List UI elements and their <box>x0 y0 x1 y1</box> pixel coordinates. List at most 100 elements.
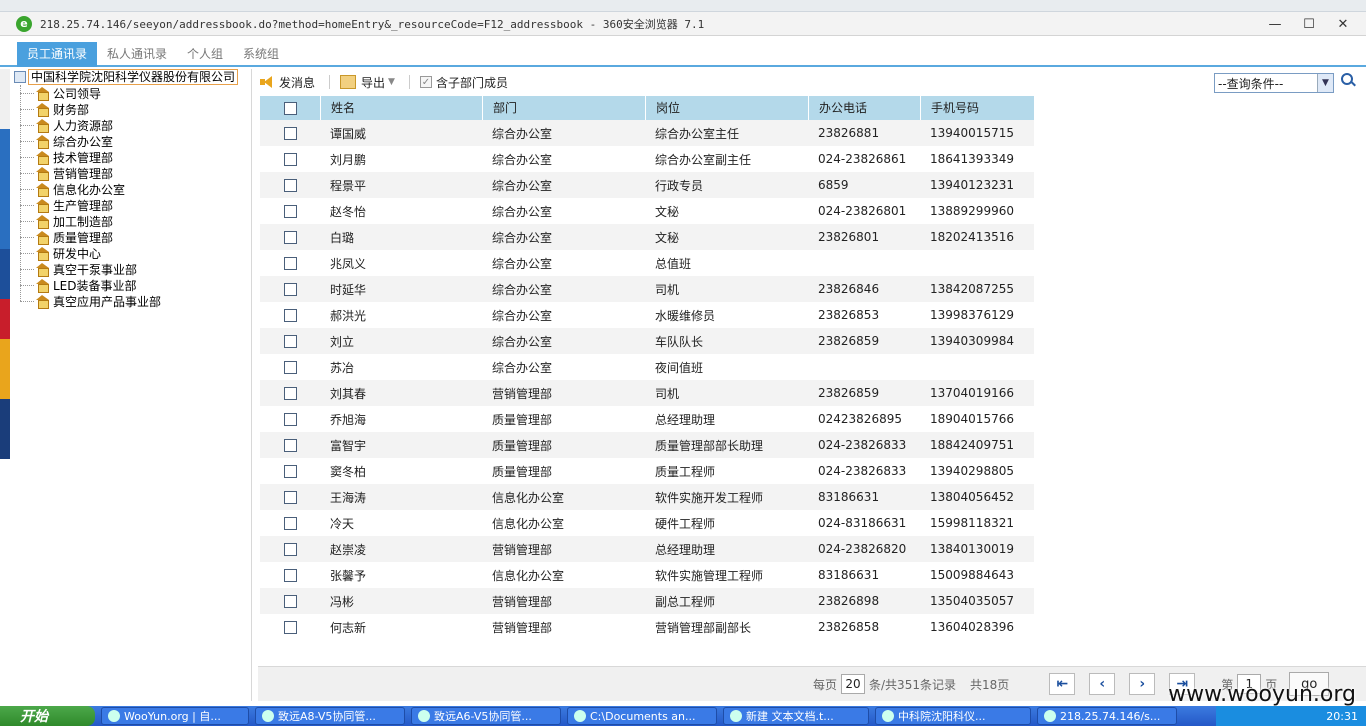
row-checkbox[interactable] <box>283 412 297 426</box>
taskbar-task[interactable]: C:\Documents an... <box>567 707 717 725</box>
row-select-cell <box>260 516 320 530</box>
tab-employee-contacts[interactable]: 员工通讯录 <box>17 42 98 67</box>
name-cell: 富智宇 <box>330 438 367 453</box>
table-row[interactable]: 冷天 信息化办公室 硬件工程师 024-83186631 15998118321 <box>260 510 1034 536</box>
taskbar-task[interactable]: 中科院沈阳科仪... <box>875 707 1031 725</box>
tree-item[interactable]: 财务部 <box>20 101 89 117</box>
table-row[interactable]: 赵崇凌 营销管理部 总经理助理 024-23826820 13840130019 <box>260 536 1034 562</box>
row-checkbox[interactable] <box>283 204 297 218</box>
tree-item[interactable]: 技术管理部 <box>20 149 113 165</box>
close-button[interactable]: ✕ <box>1326 14 1360 34</box>
row-checkbox[interactable] <box>283 334 297 348</box>
contacts-table: 姓名 部门 岗位 办公电话 手机号码 谭国威 综合办公室 综合办公室主任 238268… <box>260 96 1034 640</box>
table-row[interactable]: 苏冶 综合办公室 夜间值班 <box>260 354 1034 380</box>
tree-item[interactable]: LED装备事业部 <box>20 277 137 293</box>
table-row[interactable]: 郝洪光 综合办公室 水暖维修员 23826853 13998376129 <box>260 302 1034 328</box>
table-row[interactable]: 刘月鹏 综合办公室 综合办公室副主任 024-23826861 18641393349 <box>260 146 1034 172</box>
row-checkbox[interactable] <box>283 568 297 582</box>
tree-item[interactable]: 加工制造部 <box>20 213 113 229</box>
tree-item[interactable]: 信息化办公室 <box>20 181 125 197</box>
table-row[interactable]: 张馨予 信息化办公室 软件实施管理工程师 83186631 15009884643 <box>260 562 1034 588</box>
tree-item[interactable]: 营销管理部 <box>20 165 113 181</box>
taskbar-task[interactable]: 新建 文本文档.t... <box>723 707 869 725</box>
table-row[interactable]: 白璐 综合办公室 文秘 23826801 18202413516 <box>260 224 1034 250</box>
include-subdept-toggle[interactable]: ✓ 含子部门成员 <box>419 74 508 91</box>
start-button[interactable]: 开始 <box>0 706 95 726</box>
row-checkbox[interactable] <box>283 152 297 166</box>
maximize-button[interactable]: ☐ <box>1292 14 1326 34</box>
table-row[interactable]: 兆凤义 综合办公室 总值班 <box>260 250 1034 276</box>
taskbar-task-label: 致远A8-V5协同管... <box>278 710 376 723</box>
tab-system-groups[interactable]: 系统组 <box>233 42 289 67</box>
chevron-down-icon[interactable]: ▼ <box>1317 74 1333 92</box>
table-row[interactable]: 王海涛 信息化办公室 软件实施开发工程师 83186631 13804056452 <box>260 484 1034 510</box>
prev-page-button[interactable]: ‹ <box>1089 673 1116 695</box>
table-row[interactable]: 程景平 综合办公室 行政专员 6859 13940123231 <box>260 172 1034 198</box>
row-checkbox[interactable] <box>283 464 297 478</box>
tab-private-contacts[interactable]: 私人通讯录 <box>97 42 177 67</box>
position-cell: 总经理助理 <box>655 412 716 427</box>
department-cell: 营销管理部 <box>492 542 553 557</box>
table-row[interactable]: 赵冬怡 综合办公室 文秘 024-23826801 13889299960 <box>260 198 1034 224</box>
table-row[interactable]: 乔旭海 质量管理部 总经理助理 02423826895 18904015766 <box>260 406 1034 432</box>
tree-root-label: 中国科学院沈阳科学仪器股份有限公司 <box>28 69 239 85</box>
include-subdept-checkbox[interactable]: ✓ <box>419 76 432 88</box>
department-cell: 质量管理部 <box>492 438 553 453</box>
col-header-mobile[interactable]: 手机号码 <box>920 96 1034 120</box>
row-select-cell <box>260 204 320 218</box>
search-icon[interactable] <box>1341 73 1355 87</box>
row-checkbox[interactable] <box>283 386 297 400</box>
tree-item[interactable]: 公司领导 <box>20 85 101 101</box>
row-checkbox[interactable] <box>283 360 297 374</box>
row-checkbox[interactable] <box>283 308 297 322</box>
row-select-cell <box>260 464 320 478</box>
tree-item[interactable]: 人力资源部 <box>20 117 113 133</box>
tree-item[interactable]: 综合办公室 <box>20 133 113 149</box>
row-select-cell <box>260 282 320 296</box>
query-condition-select[interactable]: --查询条件-- ▼ <box>1214 73 1334 93</box>
next-page-button[interactable]: › <box>1129 673 1156 695</box>
row-checkbox[interactable] <box>283 620 297 634</box>
taskbar-task[interactable]: 致远A6-V5协同管... <box>411 707 561 725</box>
row-checkbox[interactable] <box>283 490 297 504</box>
row-checkbox[interactable] <box>283 256 297 270</box>
row-checkbox[interactable] <box>283 126 297 140</box>
taskbar-task[interactable]: 218.25.74.146/s... <box>1037 707 1177 725</box>
table-row[interactable]: 富智宇 质量管理部 质量管理部部长助理 024-23826833 18842409751 <box>260 432 1034 458</box>
minimize-button[interactable]: — <box>1258 14 1292 34</box>
col-header-name[interactable]: 姓名 <box>320 96 482 120</box>
tree-root-company[interactable]: 中国科学院沈阳科学仪器股份有限公司 <box>14 69 239 85</box>
tab-personal-groups[interactable]: 个人组 <box>177 42 233 67</box>
row-checkbox[interactable] <box>283 542 297 556</box>
first-page-button[interactable]: ⇤ <box>1049 673 1076 695</box>
row-checkbox[interactable] <box>283 516 297 530</box>
col-header-position[interactable]: 岗位 <box>645 96 808 120</box>
col-header-department[interactable]: 部门 <box>482 96 645 120</box>
tree-item[interactable]: 真空干泵事业部 <box>20 261 137 277</box>
table-row[interactable]: 时延华 综合办公室 司机 23826846 13842087255 <box>260 276 1034 302</box>
row-checkbox[interactable] <box>283 178 297 192</box>
tree-item[interactable]: 质量管理部 <box>20 229 113 245</box>
position-cell: 司机 <box>655 386 680 401</box>
row-checkbox[interactable] <box>283 594 297 608</box>
col-header-office-phone[interactable]: 办公电话 <box>808 96 920 120</box>
export-button[interactable]: 导出 ▼ <box>340 74 395 91</box>
tree-item[interactable]: 真空应用产品事业部 <box>20 293 161 309</box>
per-page-input[interactable]: 20 <box>841 674 866 694</box>
taskbar-task[interactable]: WooYun.org | 自... <box>101 707 249 725</box>
table-row[interactable]: 谭国威 综合办公室 综合办公室主任 23826881 13940015715 <box>260 120 1034 146</box>
table-row[interactable]: 刘其春 营销管理部 司机 23826859 13704019166 <box>260 380 1034 406</box>
tree-item[interactable]: 研发中心 <box>20 245 101 261</box>
table-row[interactable]: 冯彬 营销管理部 副总工程师 23826898 13504035057 <box>260 588 1034 614</box>
table-row[interactable]: 窦冬柏 质量管理部 质量工程师 024-23826833 13940298805 <box>260 458 1034 484</box>
table-row[interactable]: 刘立 综合办公室 车队队长 23826859 13940309984 <box>260 328 1034 354</box>
tree-item[interactable]: 生产管理部 <box>20 197 113 213</box>
row-checkbox[interactable] <box>283 230 297 244</box>
send-message-button[interactable]: 发消息 <box>260 74 315 91</box>
department-cell: 营销管理部 <box>492 620 553 635</box>
select-all-checkbox[interactable] <box>283 101 297 115</box>
table-row[interactable]: 何志新 营销管理部 营销管理部副部长 23826858 13604028396 <box>260 614 1034 640</box>
row-checkbox[interactable] <box>283 282 297 296</box>
row-checkbox[interactable] <box>283 438 297 452</box>
taskbar-task[interactable]: 致远A8-V5协同管... <box>255 707 405 725</box>
